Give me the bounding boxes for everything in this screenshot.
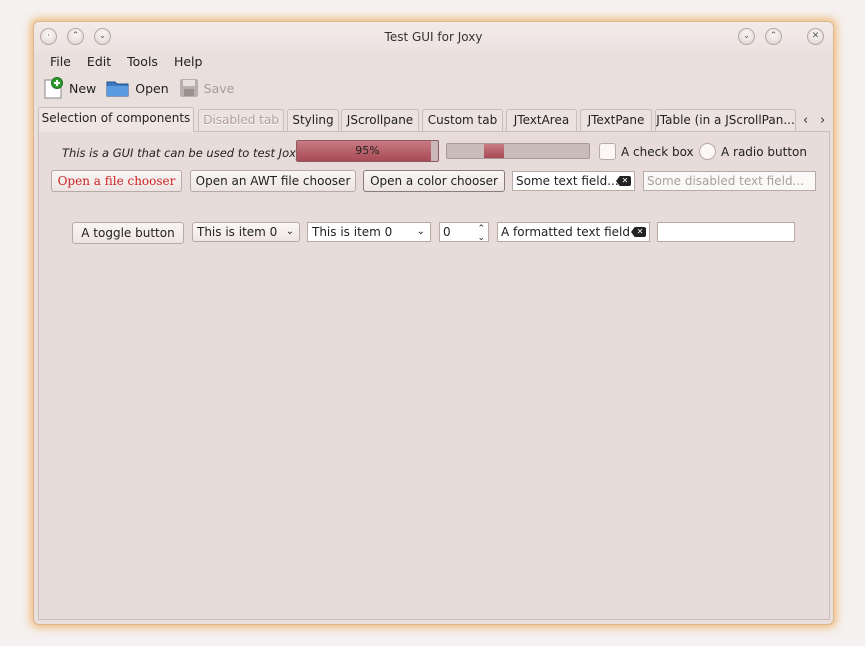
radio-button-label: A radio button: [721, 144, 807, 159]
tab-jtextarea[interactable]: JTextArea: [506, 109, 577, 131]
save-disk-icon: [179, 79, 198, 97]
tab-bar: Selection of components Disabled tab Sty…: [38, 107, 832, 132]
formatted-text-field[interactable]: A formatted text field ✕: [497, 222, 650, 242]
maximize-button[interactable]: ⌃: [765, 28, 782, 45]
tab-jtextpane[interactable]: JTextPane: [580, 109, 652, 131]
formatted-text-field-value: A formatted text field: [501, 225, 630, 239]
indeterminate-progress-chunk: [484, 144, 504, 158]
open-label: Open: [135, 80, 169, 96]
new-button[interactable]: New: [42, 77, 96, 99]
open-file-chooser-button[interactable]: Open a file chooser: [51, 170, 182, 192]
toolbar: New Open Save: [42, 76, 244, 100]
clear-text-icon[interactable]: ✕: [631, 227, 646, 237]
tab-content-panel: This is a GUI that can be used to test J…: [38, 131, 830, 620]
window-title: Test GUI for Joxy: [384, 30, 483, 44]
menu-edit[interactable]: Edit: [79, 53, 119, 71]
toggle-button[interactable]: A toggle button: [72, 222, 184, 244]
tab-selection-of-components[interactable]: Selection of components: [38, 107, 194, 132]
radio-button[interactable]: A radio button: [699, 143, 807, 160]
title-bar: · ⌃ ⌄ Test GUI for Joxy ⌄ ⌃ ✕: [34, 22, 833, 52]
spinner[interactable]: 0 ⌃ ⌄: [439, 222, 489, 242]
menu-help[interactable]: Help: [166, 53, 211, 71]
chevron-down-icon[interactable]: ⌄: [417, 223, 425, 241]
open-color-chooser-button[interactable]: Open a color chooser: [363, 170, 505, 192]
check-box-indicator[interactable]: [599, 143, 616, 160]
minimize-button[interactable]: ⌄: [738, 28, 755, 45]
radio-indicator[interactable]: [699, 143, 716, 160]
menu-file[interactable]: File: [42, 53, 79, 71]
check-box-label: A check box: [621, 144, 694, 159]
new-document-icon: [44, 77, 63, 99]
disabled-field-placeholder: Some disabled text field...: [647, 174, 805, 188]
tab-jscrollpane[interactable]: JScrollpane: [341, 109, 419, 131]
tab-styling[interactable]: Styling: [287, 109, 339, 131]
text-field-value: Some text field...: [516, 174, 619, 188]
editable-combo-box-value: This is item 0: [312, 225, 393, 239]
folder-icon: [106, 81, 129, 97]
open-awt-file-chooser-button[interactable]: Open an AWT file chooser: [190, 170, 356, 192]
progress-text: 95%: [355, 144, 380, 157]
tab-scroll-left-icon[interactable]: ‹: [803, 113, 808, 128]
combo-box-1-value: This is item 0: [197, 225, 278, 239]
tab-disabled: Disabled tab: [198, 109, 284, 131]
progress-bar: 95%: [296, 140, 439, 162]
spinner-value: 0: [443, 225, 451, 239]
save-label: Save: [203, 80, 235, 96]
tab-custom[interactable]: Custom tab: [422, 109, 503, 131]
tab-scroll-right-icon[interactable]: ›: [820, 113, 825, 128]
save-button[interactable]: Save: [179, 78, 235, 98]
main-window: · ⌃ ⌄ Test GUI for Joxy ⌄ ⌃ ✕ File Edit …: [33, 21, 834, 625]
open-button[interactable]: Open: [106, 78, 169, 98]
check-box[interactable]: A check box: [599, 143, 694, 160]
menu-tools[interactable]: Tools: [119, 53, 166, 71]
chevron-down-icon[interactable]: ⌄: [286, 223, 294, 241]
new-label: New: [69, 80, 97, 96]
intro-text: This is a GUI that can be used to test J…: [62, 146, 306, 160]
text-field[interactable]: Some text field... ✕: [512, 171, 635, 191]
disabled-text-field: Some disabled text field...: [643, 171, 816, 191]
combo-box-1[interactable]: This is item 0 ⌄: [192, 222, 300, 242]
tab-jtable[interactable]: JTable (in a JScrollPan...: [655, 109, 796, 131]
menu-bar: File Edit Tools Help: [42, 53, 210, 71]
indeterminate-progress-bar: [446, 143, 590, 159]
editable-combo-box[interactable]: This is item 0 ⌄: [307, 222, 431, 242]
close-button[interactable]: ✕: [807, 28, 824, 45]
empty-text-field[interactable]: [657, 222, 795, 242]
spinner-down-icon[interactable]: ⌄: [477, 229, 485, 241]
